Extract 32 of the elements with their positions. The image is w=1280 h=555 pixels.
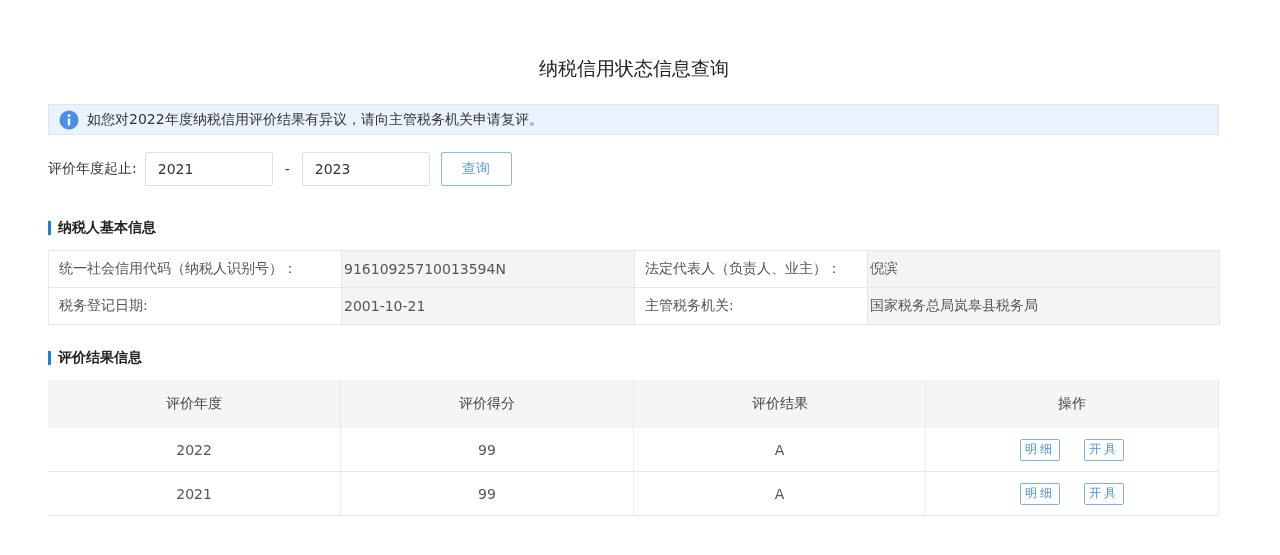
field-value: 91610925710013594N (341, 250, 635, 288)
action-button[interactable]: 明细 (1020, 482, 1061, 505)
notice-text: 如您对2022年度纳税信用评价结果有异议，请向主管税务机关申请复评。 (87, 110, 543, 129)
field-value: 倪滨 (867, 250, 1220, 288)
action-button[interactable]: 开具 (1084, 438, 1125, 461)
action-button[interactable]: 开具 (1084, 482, 1125, 505)
table-cell: 2022 (48, 428, 341, 472)
column-header: 评价得分 (340, 380, 634, 428)
field-label: 统一社会信用代码（纳税人识别号）： (48, 250, 342, 288)
query-button[interactable]: 查询 (440, 152, 512, 186)
action-button[interactable]: 明细 (1020, 438, 1061, 461)
info-icon (59, 109, 79, 130)
range-separator: - (284, 161, 290, 177)
field-label: 主管税务机关: (634, 287, 868, 325)
page-title: 纳税信用状态信息查询 (537, 56, 730, 81)
column-header: 评价结果 (633, 380, 926, 428)
table-cell: 2021 (48, 471, 341, 516)
field-label: 税务登记日期: (48, 287, 342, 325)
field-value: 国家税务总局岚皋县税务局 (867, 287, 1220, 325)
field-label: 法定代表人（负责人、业主）： (634, 250, 868, 288)
table-cell: 99 (340, 428, 634, 472)
end-year-field[interactable]: 2023 (301, 152, 430, 186)
column-header: 操作 (925, 380, 1219, 428)
table-cell: 99 (340, 471, 634, 516)
section-heading: 纳税人基本信息 (58, 219, 156, 237)
table-cell: A (633, 471, 926, 516)
section-heading: 评价结果信息 (58, 349, 142, 367)
year-range-label: 评价年度起止: (48, 160, 137, 178)
table-cell: A (633, 428, 926, 472)
field-value: 2001-10-21 (341, 287, 635, 325)
column-header: 评价年度 (48, 380, 341, 428)
start-year-field[interactable]: 2021 (144, 152, 273, 186)
